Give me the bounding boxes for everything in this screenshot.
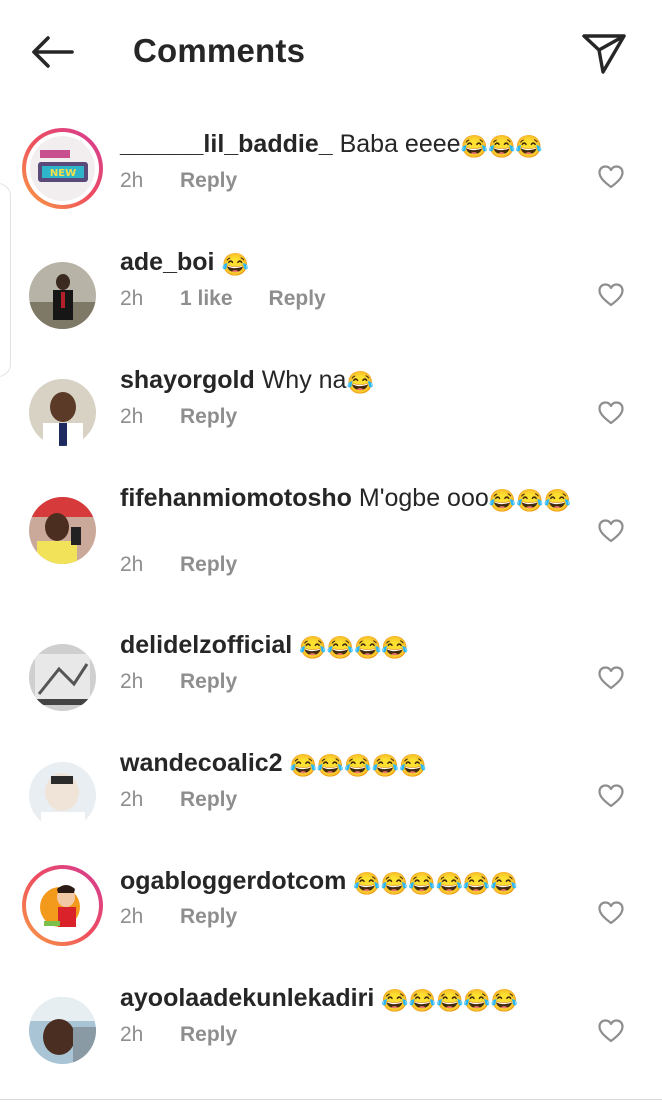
heart-icon [598,1019,624,1043]
like-button[interactable] [597,783,625,809]
like-button[interactable] [597,282,625,308]
comment-text: delidelzofficial 😂😂😂😂 [120,629,572,662]
reply-button[interactable]: Reply [180,670,237,693]
comment-username[interactable]: ogabloggerdotcom [120,867,346,895]
comment-emoji: 😂😂😂😂 [299,635,409,660]
reply-button[interactable]: Reply [180,905,237,928]
divider [0,1099,662,1100]
back-button[interactable] [28,30,76,74]
comment-timestamp: 2h [120,1023,144,1046]
comment-emoji: 😂😂😂😂😂 [381,988,519,1013]
comment-meta: 2h 1 like Reply [120,287,326,311]
reply-button[interactable]: Reply [180,553,237,576]
like-button[interactable] [597,518,625,544]
avatar[interactable] [29,997,96,1064]
avatar[interactable] [22,865,103,946]
comment-timestamp: 2h [120,905,144,928]
avatar[interactable] [29,497,96,564]
reply-button[interactable]: Reply [180,788,237,811]
reply-button[interactable]: Reply [180,405,237,428]
comment-username[interactable]: delidelzofficial [120,631,292,659]
comment-text: ogabloggerdotcom 😂😂😂😂😂😂 [120,865,572,898]
svg-text:NEW: NEW [50,168,76,179]
top-app-bar: Comments [0,0,662,105]
comment-body: Baba eeee [339,130,461,158]
like-button[interactable] [597,400,625,426]
comment-timestamp: 2h [120,405,144,428]
comment-text: shayorgold Why na😂 [120,364,572,397]
comment-meta: 2h Reply [120,905,237,929]
comment-text: ayoolaadekunlekadiri 😂😂😂😂😂 [120,982,572,1015]
comment-meta: 2h Reply [120,553,237,577]
avatar[interactable] [29,644,96,711]
heart-icon [598,784,624,808]
comment-username[interactable]: ayoolaadekunlekadiri [120,984,374,1012]
reply-button[interactable]: Reply [269,287,326,310]
comment-emoji: 😂😂😂 [488,488,571,513]
comment-emoji: 😂😂😂😂😂 [289,753,427,778]
avatar[interactable]: NEW [22,128,103,209]
comment-username[interactable]: fifehanmiomotosho [120,484,352,512]
comment-text: ______lil_baddie_ Baba eeee😂😂😂 [120,128,572,161]
comment-body: Why na [261,366,347,394]
comment-timestamp: 2h [120,169,144,192]
comment-text: wandecoalic2 😂😂😂😂😂 [120,747,572,780]
comment-emoji: 😂 [221,252,249,277]
comment-username[interactable]: shayorgold [120,366,255,394]
arrow-left-icon [32,36,74,68]
avatar[interactable] [29,379,96,446]
heart-icon [598,901,624,925]
avatar[interactable] [29,262,96,329]
comment-emoji: 😂😂😂 [460,134,543,159]
comment-username[interactable]: wandecoalic2 [120,749,283,777]
comment-meta: 2h Reply [120,670,237,694]
comment-timestamp: 2h [120,670,144,693]
comment-username[interactable]: ade_boi [120,248,214,276]
comment-meta: 2h Reply [120,169,237,193]
like-button[interactable] [597,900,625,926]
like-button[interactable] [597,665,625,691]
heart-icon [598,519,624,543]
comment-text: fifehanmiomotosho M'ogbe ooo😂😂😂 [120,482,572,515]
heart-icon [598,283,624,307]
comment-timestamp: 2h [120,788,144,811]
comment-timestamp: 2h [120,553,144,576]
like-button[interactable] [597,1018,625,1044]
avatar[interactable] [29,762,96,829]
comment-text: ade_boi 😂 [120,246,572,279]
paper-plane-icon [582,34,626,74]
heart-icon [598,165,624,189]
share-button[interactable] [580,30,628,76]
comment-emoji: 😂😂😂😂😂😂 [353,871,518,896]
like-button[interactable] [597,164,625,190]
comment-meta: 2h Reply [120,788,237,812]
heart-icon [598,401,624,425]
reply-button[interactable]: Reply [180,169,237,192]
comment-like-count[interactable]: 1 like [180,287,233,311]
comment-meta: 2h Reply [120,1023,237,1047]
side-drawer-handle[interactable] [0,183,11,377]
page-title: Comments [133,32,306,69]
comment-body: M'ogbe ooo [358,484,489,512]
comment-timestamp: 2h [120,287,144,310]
reply-button[interactable]: Reply [180,1023,237,1046]
comment-emoji: 😂 [346,370,374,395]
comment-username[interactable]: ______lil_baddie_ [120,130,333,158]
heart-icon [598,666,624,690]
comment-meta: 2h Reply [120,405,237,429]
